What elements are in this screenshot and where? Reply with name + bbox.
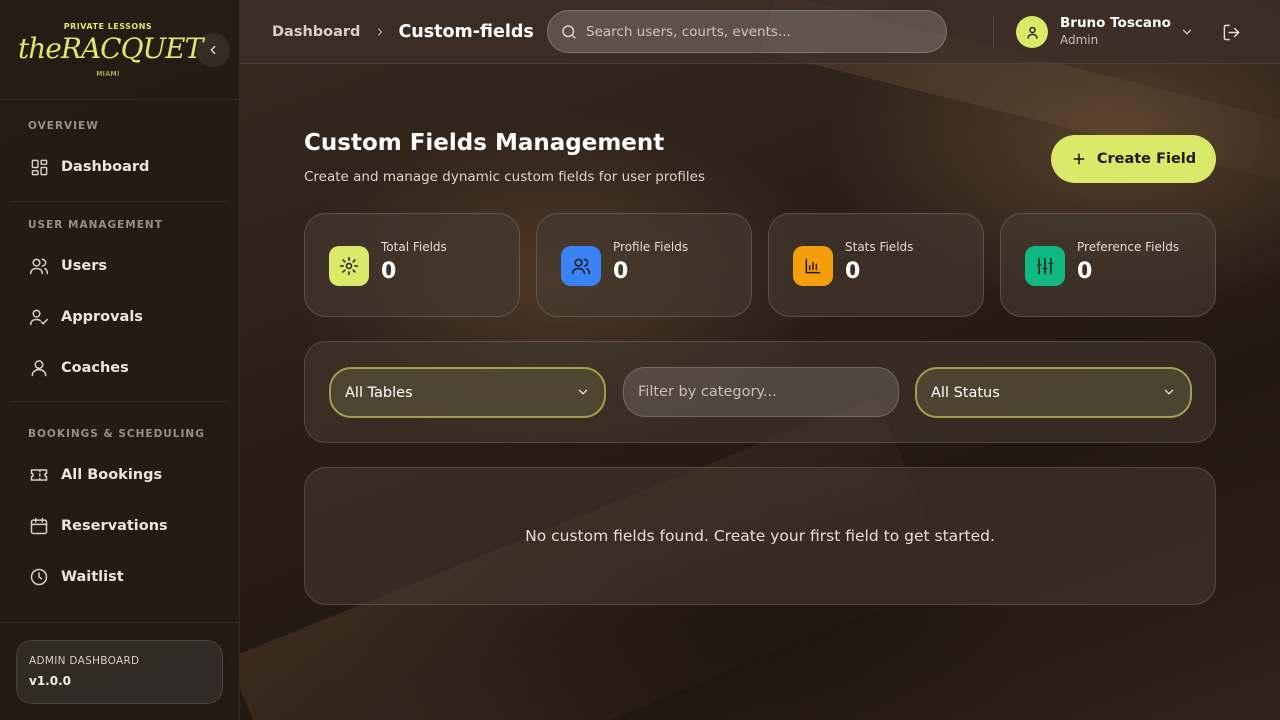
- page-title: Custom Fields Management: [304, 130, 665, 156]
- logo-wordmark: theRACQUET: [18, 32, 203, 65]
- create-field-button[interactable]: Create Field: [1051, 135, 1216, 183]
- chevron-down-icon: [1180, 25, 1194, 39]
- nav-section-bookings: BOOKINGS & SCHEDULING All Bookings Reser…: [0, 402, 239, 599]
- category-filter-input[interactable]: [638, 384, 878, 400]
- empty-state-message: No custom fields found. Create your firs…: [525, 527, 995, 545]
- clock-icon: [28, 566, 50, 588]
- bar-chart-icon: [793, 246, 833, 286]
- search-icon: [562, 24, 576, 39]
- logo-city: MIAMI: [96, 70, 120, 78]
- create-field-label: Create Field: [1096, 151, 1197, 167]
- user-menu[interactable]: Bruno Toscano Admin: [1016, 14, 1194, 50]
- user-icon: [1026, 26, 1038, 39]
- table-filter-value: All Tables: [345, 384, 413, 401]
- collapse-sidebar-button[interactable]: [196, 33, 230, 67]
- users-icon: [28, 255, 50, 277]
- stat-value: 0: [613, 259, 629, 284]
- empty-state-panel: No custom fields found. Create your firs…: [304, 467, 1216, 605]
- chevron-right-icon: [374, 26, 386, 38]
- plus-icon: [1071, 151, 1087, 167]
- logo-tagline: PRIVATE LESSONS: [63, 22, 153, 31]
- stat-card-total-fields: Total Fields 0: [304, 213, 520, 317]
- stat-card-preference-fields: Preference Fields 0: [1000, 213, 1216, 317]
- category-filter-field[interactable]: [623, 367, 899, 417]
- user-check-icon: [28, 306, 50, 328]
- user-role: Admin: [1060, 33, 1099, 47]
- sidebar-item-dashboard[interactable]: Dashboard: [12, 145, 227, 189]
- page-subtitle: Create and manage dynamic custom fields …: [304, 169, 705, 185]
- version-box: ADMIN DASHBOARD v1.0.0: [16, 640, 223, 704]
- table-filter-select[interactable]: All Tables: [329, 367, 606, 418]
- calendar-icon: [28, 515, 50, 537]
- user-name: Bruno Toscano: [1060, 15, 1171, 31]
- stat-label: Stats Fields: [845, 240, 914, 254]
- stat-value: 0: [845, 259, 861, 284]
- chevron-down-icon: [576, 385, 590, 399]
- stat-card-stats-fields: Stats Fields 0: [768, 213, 984, 317]
- sidebar-item-label: Reservations: [61, 518, 168, 534]
- sidebar-footer-divider: [0, 622, 239, 623]
- logo-area: PRIVATE LESSONS theRACQUET MIAMI: [0, 0, 239, 100]
- logout-button[interactable]: [1220, 21, 1242, 43]
- stat-value: 0: [381, 259, 397, 284]
- nav-heading: BOOKINGS & SCHEDULING: [28, 428, 205, 440]
- stat-label: Profile Fields: [613, 240, 689, 254]
- version-title: ADMIN DASHBOARD: [29, 655, 140, 667]
- sidebar-item-label: Approvals: [61, 309, 143, 325]
- breadcrumb: Dashboard Custom-fields: [272, 0, 534, 64]
- sidebar-item-label: Users: [61, 258, 108, 274]
- brand-logo[interactable]: PRIVATE LESSONS theRACQUET MIAMI: [18, 22, 203, 82]
- sidebar-item-label: Dashboard: [61, 159, 150, 175]
- chevron-left-icon: [210, 45, 216, 55]
- search-bar[interactable]: [547, 10, 947, 53]
- sidebar-item-all-bookings[interactable]: All Bookings: [12, 453, 227, 497]
- sidebar-item-approvals[interactable]: Approvals: [12, 295, 227, 339]
- ticket-icon: [28, 464, 50, 486]
- breadcrumb-dashboard-link[interactable]: Dashboard: [272, 24, 360, 40]
- sidebar-item-users[interactable]: Users: [12, 244, 227, 288]
- stat-label: Total Fields: [381, 240, 447, 254]
- sidebar-item-waitlist[interactable]: Waitlist: [12, 555, 227, 599]
- header-divider: [993, 16, 994, 48]
- gear-icon: [329, 246, 369, 286]
- nav-heading: USER MANAGEMENT: [28, 219, 163, 231]
- users-icon: [561, 246, 601, 286]
- filter-panel: All Tables All Status: [304, 341, 1216, 443]
- stat-card-profile-fields: Profile Fields 0: [536, 213, 752, 317]
- sidebar-item-coaches[interactable]: Coaches: [12, 346, 227, 390]
- status-filter-select[interactable]: All Status: [915, 367, 1192, 418]
- sidebar-item-label: Waitlist: [61, 569, 124, 585]
- sidebar-item-reservations[interactable]: Reservations: [12, 504, 227, 548]
- user-info: Bruno Toscano Admin: [1060, 15, 1176, 49]
- nav-heading: OVERVIEW: [28, 120, 99, 132]
- version-number: v1.0.0: [29, 674, 71, 688]
- sidebar: PRIVATE LESSONS theRACQUET MIAMI OVERVIE…: [0, 0, 240, 720]
- dashboard-grid-icon: [28, 156, 50, 178]
- search-input[interactable]: [586, 23, 926, 40]
- sliders-icon: [1025, 246, 1065, 286]
- avatar: [1016, 16, 1048, 48]
- nav-section-overview: OVERVIEW Dashboard: [0, 100, 239, 189]
- status-filter-value: All Status: [931, 384, 1000, 401]
- stat-label: Preference Fields: [1077, 240, 1180, 254]
- stat-value: 0: [1077, 259, 1093, 284]
- breadcrumb-current: Custom-fields: [398, 22, 534, 42]
- chevron-down-icon: [1162, 385, 1176, 399]
- logout-icon: [1223, 24, 1239, 40]
- sidebar-item-label: Coaches: [61, 360, 129, 376]
- nav-section-user-management: USER MANAGEMENT Users Approvals Coaches: [0, 202, 239, 390]
- user-icon: [28, 357, 50, 379]
- top-header: Dashboard Custom-fields Bruno Toscano Ad…: [240, 0, 1280, 64]
- sidebar-item-label: All Bookings: [61, 467, 163, 483]
